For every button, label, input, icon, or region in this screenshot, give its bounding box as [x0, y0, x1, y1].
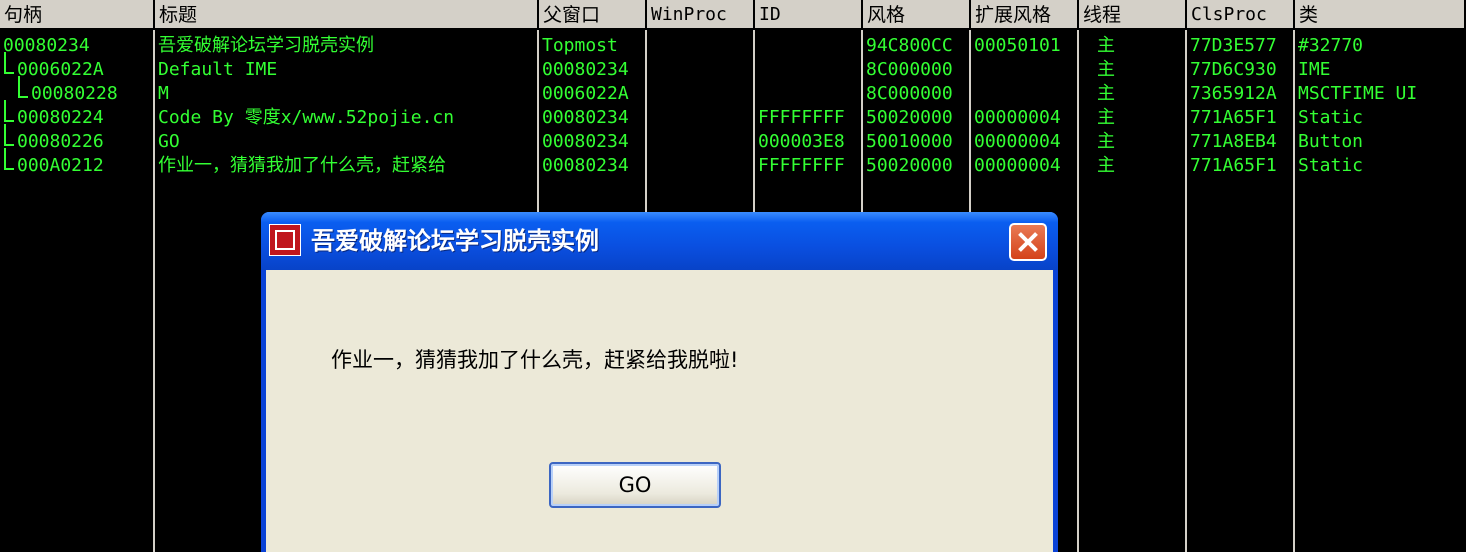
- cell-clsproc: 77D6C930: [1190, 59, 1277, 80]
- cell-style: 50010000: [866, 131, 953, 152]
- cell-id: FFFFFFFF: [758, 107, 845, 128]
- cell-parent: 0006022A: [542, 83, 629, 104]
- cell-title: Code By 零度x/www.52pojie.cn: [158, 107, 455, 128]
- cell-thread: 主: [1097, 107, 1115, 128]
- cell-thread: 主: [1097, 35, 1115, 56]
- cell-clsproc: 771A8EB4: [1190, 131, 1277, 152]
- cell-winproc: [647, 82, 753, 106]
- cell-handle: 00080224: [17, 107, 104, 128]
- app-seal-icon: [269, 224, 301, 256]
- column-header-winproc[interactable]: WinProc: [647, 0, 755, 30]
- cell-exstyle: 00050101: [974, 35, 1061, 56]
- cell-clsproc: 771A65F1: [1190, 155, 1277, 176]
- cell-id: [755, 34, 861, 58]
- tree-connector: [4, 124, 14, 146]
- table-row[interactable]: 00080226 GO 00080234 000003E8 50010000 000000…: [0, 124, 1466, 154]
- dialog-message: 作业一，猜猜我加了什么壳，赶紧给我脱啦!: [331, 348, 739, 372]
- cell-winproc: [647, 130, 753, 154]
- cell-title: Default IME: [158, 59, 278, 80]
- column-header-exstyle[interactable]: 扩展风格: [971, 0, 1079, 30]
- column-header-style[interactable]: 风格: [863, 0, 971, 30]
- cell-id: [755, 58, 861, 82]
- tree-connector: [4, 100, 14, 122]
- dialog-client: 作业一，猜猜我加了什么壳，赶紧给我脱啦! GO: [266, 270, 1053, 552]
- table-row[interactable]: 0006022A Default IME 00080234 8C000000 主 77D6…: [0, 52, 1466, 82]
- tree-connector: [4, 52, 14, 74]
- cell-handle: 00080226: [17, 131, 104, 152]
- cell-style: 8C000000: [866, 83, 953, 104]
- cell-clsproc: 771A65F1: [1190, 107, 1277, 128]
- cell-winproc: [647, 34, 753, 58]
- cell-style: 50020000: [866, 155, 953, 176]
- column-header-title[interactable]: 标题: [155, 0, 539, 30]
- cell-exstyle: [971, 82, 1077, 106]
- cell-parent: 00080234: [542, 155, 629, 176]
- cell-class: #32770: [1298, 35, 1364, 56]
- cell-title: GO: [158, 131, 180, 152]
- go-button[interactable]: GO: [549, 462, 721, 508]
- cell-thread: 主: [1097, 131, 1115, 152]
- cell-handle: 0006022A: [17, 59, 104, 80]
- tree-connector: [18, 76, 28, 98]
- cell-exstyle: 00000004: [974, 155, 1061, 176]
- message-dialog: 吾爱破解论坛学习脱壳实例 作业一，猜猜我加了什么壳，赶紧给我脱啦! GO: [261, 212, 1058, 552]
- cell-parent: Topmost: [542, 35, 618, 56]
- cell-parent: 00080234: [542, 107, 629, 128]
- cell-style: 8C000000: [866, 59, 953, 80]
- cell-exstyle: 00000004: [974, 107, 1061, 128]
- cell-id: FFFFFFFF: [758, 155, 845, 176]
- cell-class: Static: [1298, 107, 1364, 128]
- cell-clsproc: 77D3E577: [1190, 35, 1277, 56]
- cell-clsproc: 7365912A: [1190, 83, 1277, 104]
- column-header-handle[interactable]: 句柄: [0, 0, 155, 30]
- cell-handle: 000A0212: [17, 155, 104, 176]
- cell-thread: 主: [1097, 59, 1115, 80]
- cell-winproc: [647, 58, 753, 82]
- cell-parent: 00080234: [542, 59, 629, 80]
- cell-handle: 00080234: [3, 35, 90, 56]
- column-header-clsproc[interactable]: ClsProc: [1187, 0, 1295, 30]
- cell-class: Button: [1298, 131, 1364, 152]
- column-header-thread[interactable]: 线程: [1079, 0, 1187, 30]
- cell-thread: 主: [1097, 83, 1115, 104]
- dialog-titlebar[interactable]: 吾爱破解论坛学习脱壳实例: [261, 212, 1058, 270]
- close-icon[interactable]: [1009, 223, 1047, 261]
- cell-class: IME: [1298, 59, 1331, 80]
- cell-id: [755, 82, 861, 106]
- table-row[interactable]: 00080224 Code By 零度x/www.52pojie.cn 000802…: [0, 100, 1466, 130]
- table-row[interactable]: 000A0212 作业一，猜猜我加了什么壳，赶紧给 00080234 FFFFFFFF…: [0, 148, 1466, 178]
- cell-title: 吾爱破解论坛学习脱壳实例: [158, 35, 374, 56]
- cell-exstyle: 00000004: [974, 131, 1061, 152]
- cell-id: 000003E8: [758, 131, 845, 152]
- cell-handle: 00080228: [31, 83, 118, 104]
- cell-title: M: [158, 83, 169, 104]
- cell-winproc: [647, 154, 753, 178]
- cell-class: MSCTFIME UI: [1298, 83, 1418, 104]
- column-header-id[interactable]: ID: [755, 0, 863, 30]
- cell-winproc: [647, 106, 753, 130]
- cell-parent: 00080234: [542, 131, 629, 152]
- table-row[interactable]: 00080234 吾爱破解论坛学习脱壳实例 Topmost 94C800CC 00050…: [0, 34, 1466, 58]
- cell-style: 94C800CC: [866, 35, 953, 56]
- dialog-title: 吾爱破解论坛学习脱壳实例: [311, 227, 599, 255]
- cell-class: Static: [1298, 155, 1364, 176]
- cell-thread: 主: [1097, 155, 1115, 176]
- cell-style: 50020000: [866, 107, 953, 128]
- table-row[interactable]: 00080228 M 0006022A 8C000000 主 7365912A MSCTFI…: [0, 76, 1466, 106]
- column-header-class[interactable]: 类: [1295, 0, 1466, 30]
- tree-connector: [4, 148, 14, 170]
- cell-exstyle: [971, 58, 1077, 82]
- column-header-parent[interactable]: 父窗口: [539, 0, 647, 30]
- cell-title: 作业一，猜猜我加了什么壳，赶紧给: [158, 155, 446, 176]
